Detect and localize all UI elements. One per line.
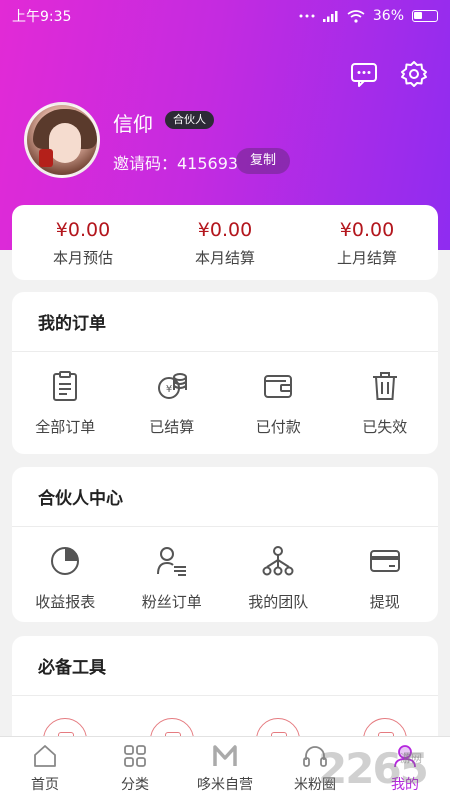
battery-percent: 36% bbox=[372, 8, 404, 24]
partner-label: 我的团队 bbox=[248, 593, 309, 611]
avatar[interactable] bbox=[24, 102, 100, 178]
earning-this-month-estimate[interactable]: ¥0.00 本月预估 bbox=[12, 205, 154, 280]
wifi-icon bbox=[347, 9, 365, 23]
tab-self-operated[interactable]: 哆米自营 bbox=[180, 737, 270, 800]
order-paid-button[interactable]: 已付款 bbox=[225, 370, 332, 437]
section-title: 必备工具 bbox=[12, 636, 438, 696]
team-icon bbox=[262, 546, 294, 576]
tab-label: 首页 bbox=[31, 777, 59, 793]
earnings-report-button[interactable]: 收益报表 bbox=[12, 545, 119, 612]
earning-amount: ¥0.00 bbox=[55, 219, 111, 241]
message-icon[interactable] bbox=[350, 60, 378, 88]
earnings-card: ¥0.00 本月预估 ¥0.00 本月结算 ¥0.00 上月结算 bbox=[12, 205, 438, 280]
home-icon bbox=[34, 745, 56, 767]
more-dots-icon bbox=[299, 14, 315, 18]
earning-this-month-settled[interactable]: ¥0.00 本月结算 bbox=[154, 205, 296, 280]
earning-amount: ¥0.00 bbox=[197, 219, 253, 241]
watermark-text: 游网 bbox=[400, 752, 422, 765]
order-invalid-button[interactable]: 已失效 bbox=[332, 370, 439, 437]
order-label: 已结算 bbox=[149, 418, 195, 436]
battery-icon bbox=[412, 10, 438, 22]
copy-button[interactable]: 复制 bbox=[236, 148, 291, 174]
user-list-icon bbox=[156, 547, 186, 576]
order-label: 全部订单 bbox=[35, 418, 96, 436]
earning-amount: ¥0.00 bbox=[339, 219, 395, 241]
order-settled-button[interactable]: ¥ 已结算 bbox=[119, 370, 226, 437]
partner-badge: 合伙人 bbox=[165, 111, 214, 129]
card-icon bbox=[369, 550, 400, 572]
partner-label: 粉丝订单 bbox=[141, 593, 202, 611]
my-team-button[interactable]: 我的团队 bbox=[225, 545, 332, 612]
tab-category[interactable]: 分类 bbox=[90, 737, 180, 800]
tab-label: 哆米自营 bbox=[197, 777, 253, 793]
partner-label: 收益报表 bbox=[35, 593, 96, 611]
fan-orders-button[interactable]: 粉丝订单 bbox=[119, 545, 226, 612]
earning-last-month-settled[interactable]: ¥0.00 上月结算 bbox=[296, 205, 438, 280]
earning-label: 本月结算 bbox=[194, 249, 255, 267]
invite-code: 邀请码：415693 bbox=[113, 154, 239, 173]
signal-icon bbox=[322, 11, 338, 22]
status-bar: 上午9:35 36% bbox=[0, 0, 450, 32]
clipboard-icon bbox=[53, 371, 78, 401]
tab-label: 分类 bbox=[121, 777, 149, 793]
m-logo-icon bbox=[213, 745, 237, 766]
order-all-button[interactable]: 全部订单 bbox=[12, 370, 119, 437]
grid-icon bbox=[124, 745, 146, 767]
my-orders-card: 我的订单 全部订单 ¥ 已结算 已付款 已失效 bbox=[12, 292, 438, 454]
section-title: 合伙人中心 bbox=[12, 467, 438, 527]
username: 信仰 bbox=[113, 112, 153, 136]
status-time: 上午9:35 bbox=[12, 9, 72, 25]
section-title: 我的订单 bbox=[12, 292, 438, 352]
tab-home[interactable]: 首页 bbox=[0, 737, 90, 800]
withdraw-button[interactable]: 提现 bbox=[332, 545, 439, 612]
partner-label: 提现 bbox=[369, 593, 400, 611]
pie-chart-icon bbox=[51, 547, 80, 575]
svg-text:¥: ¥ bbox=[166, 384, 172, 395]
wallet-icon bbox=[264, 375, 293, 398]
order-label: 已失效 bbox=[362, 418, 408, 436]
settings-icon[interactable] bbox=[400, 60, 428, 88]
trash-icon bbox=[372, 372, 397, 400]
partner-center-card: 合伙人中心 收益报表 粉丝订单 我的团队 提现 bbox=[12, 467, 438, 622]
earning-label: 上月结算 bbox=[336, 249, 397, 267]
coins-icon: ¥ bbox=[157, 373, 187, 399]
earning-label: 本月预估 bbox=[52, 249, 113, 267]
order-label: 已付款 bbox=[255, 418, 301, 436]
